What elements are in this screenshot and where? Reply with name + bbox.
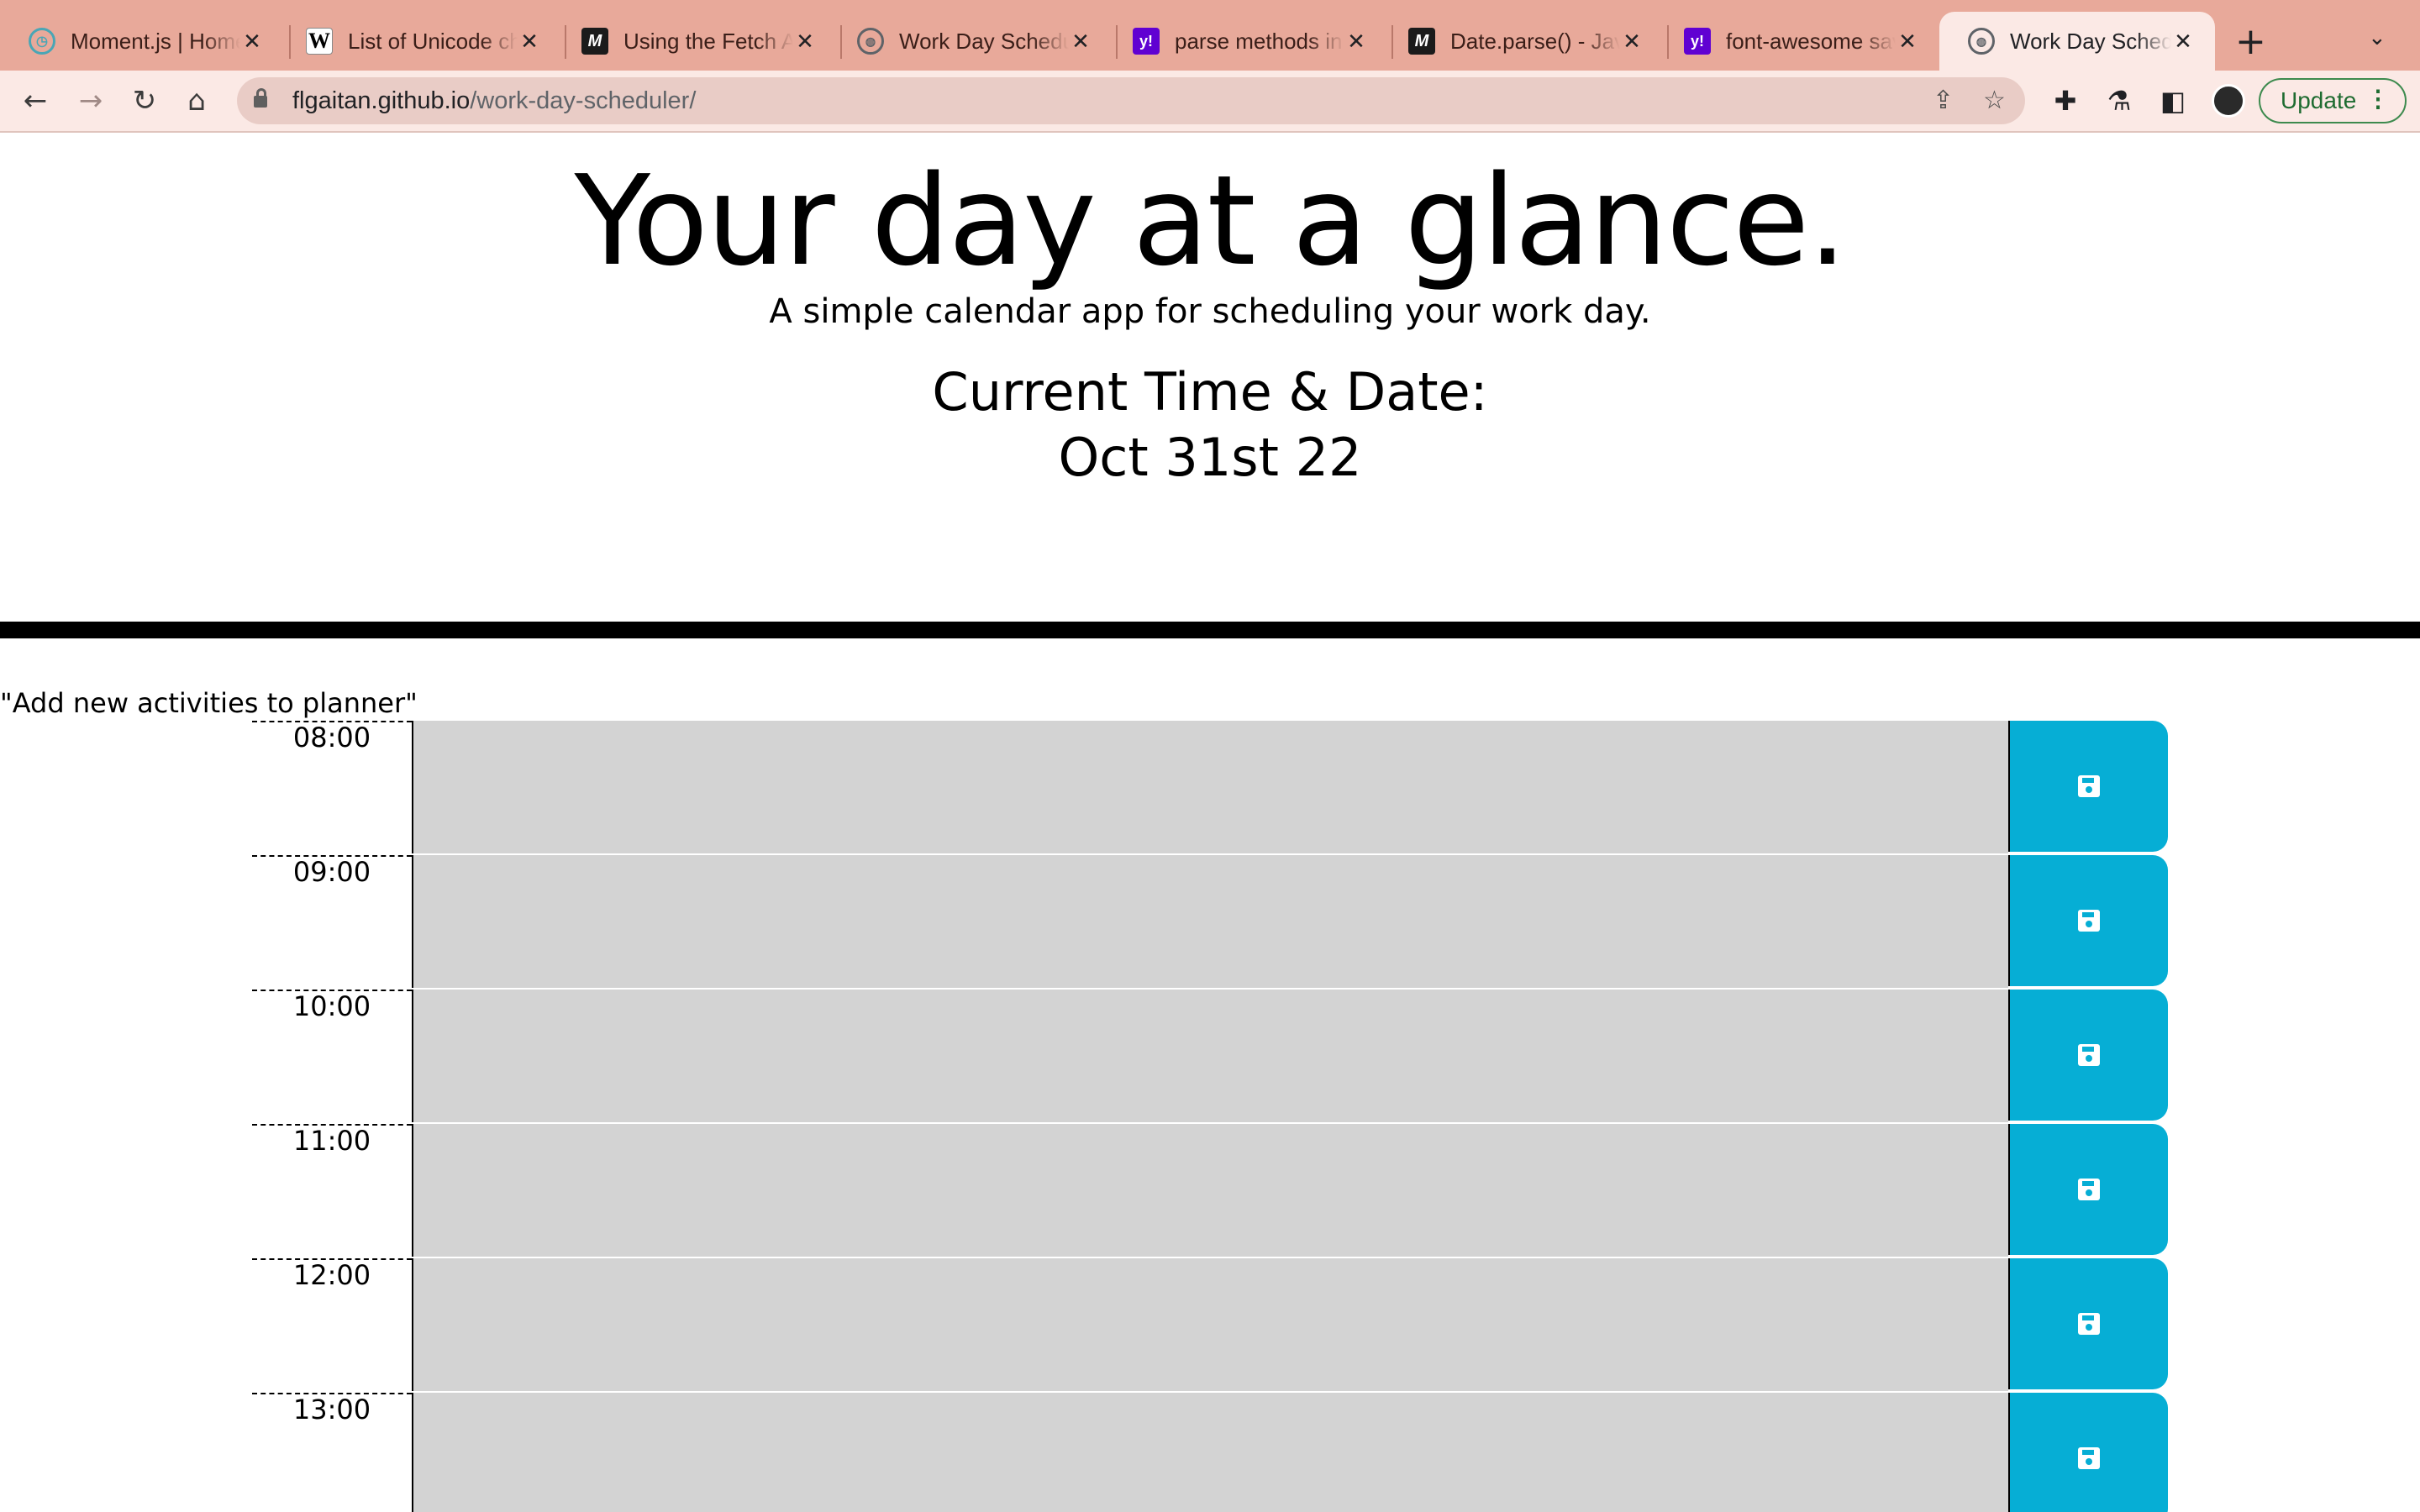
tab-date-parse[interactable]: M Date.parse() - JavaScript ✕ — [1380, 12, 1664, 71]
time-block-row: 12:00 — [0, 1258, 2420, 1393]
url-path: /work-day-scheduler/ — [470, 87, 697, 114]
browser-toolbar: ← → ↻ ⌂ flgaitan.github.io/work-day-sche… — [0, 71, 2420, 133]
event-description-input[interactable] — [412, 1258, 2008, 1391]
page-content: Your day at a glance. A simple calendar … — [0, 133, 2420, 1512]
mdn-icon: M — [581, 28, 608, 55]
lock-icon — [254, 88, 267, 108]
time-block-row: 10:00 — [0, 990, 2420, 1124]
tab-title: Using the Fetch API — [623, 28, 793, 54]
forward-arrow-icon[interactable]: → — [69, 79, 113, 123]
hour-label: 11:00 — [252, 1124, 412, 1257]
floppy-save-icon — [2078, 775, 2100, 797]
tab-title: Moment.js | Home — [71, 28, 240, 54]
current-date: Oct 31st 22 — [1058, 427, 1362, 488]
new-tab-plus-icon[interactable]: + — [2235, 18, 2266, 66]
page-subtitle: A simple calendar app for scheduling you… — [769, 292, 1651, 331]
hour-label: 13:00 — [252, 1393, 412, 1512]
tab-scheduler-active[interactable]: ◍ Work Day Scheduler ✕ — [1939, 12, 2215, 71]
save-button[interactable] — [2008, 990, 2168, 1121]
tab-font-awesome[interactable]: y! font-awesome save ✕ — [1655, 12, 1939, 71]
floppy-save-icon — [2078, 1447, 2100, 1469]
profile-avatar[interactable] — [2210, 82, 2247, 119]
clock-icon: ◷ — [29, 28, 55, 55]
back-arrow-icon[interactable]: ← — [13, 79, 57, 123]
close-icon[interactable]: ✕ — [793, 29, 817, 55]
tab-title: Work Day Scheduler — [2010, 28, 2171, 54]
tab-strip: ◷ Moment.js | Home ✕ W List of Unicode c… — [0, 0, 2420, 71]
hour-label: 12:00 — [252, 1258, 412, 1392]
floppy-save-icon — [2078, 1179, 2100, 1200]
close-icon[interactable]: ✕ — [518, 29, 541, 55]
bookmark-star-icon[interactable]: ☆ — [1983, 86, 2006, 115]
update-label: Update — [2281, 87, 2357, 113]
close-icon[interactable]: ✕ — [1620, 29, 1644, 55]
save-button[interactable] — [2008, 1258, 2168, 1389]
yahoo-icon: y! — [1133, 28, 1160, 55]
more-menu-icon[interactable]: ⋮ — [2366, 85, 2390, 113]
hour-label: 08:00 — [252, 721, 412, 854]
tab-title: Date.parse() - JavaScript — [1450, 28, 1620, 54]
save-button[interactable] — [2008, 721, 2168, 852]
time-block-row: 08:00 — [0, 721, 2420, 855]
globe-icon: ◍ — [1968, 28, 1995, 55]
url-host: flgaitan.github.io — [292, 87, 471, 114]
floppy-save-icon — [2078, 1313, 2100, 1335]
tab-search-chevron-icon[interactable]: ⌄ — [2368, 25, 2386, 50]
event-description-input[interactable] — [412, 855, 2008, 988]
close-icon[interactable]: ✕ — [1069, 29, 1092, 55]
tab-title: Work Day Scheduler — [899, 28, 1069, 54]
floppy-save-icon — [2078, 1044, 2100, 1066]
avatar — [2212, 84, 2245, 118]
event-description-input[interactable] — [412, 1393, 2008, 1512]
url-text[interactable]: flgaitan.github.io/work-day-scheduler/ — [292, 87, 696, 115]
floppy-save-icon — [2078, 910, 2100, 932]
wikipedia-icon: W — [306, 28, 333, 55]
page-title: Your day at a glance. — [574, 149, 1848, 293]
address-bar[interactable]: flgaitan.github.io/work-day-scheduler/ ⇪… — [237, 77, 2025, 124]
current-time-label: Current Time & Date: — [932, 361, 1488, 423]
tab-title: parse methods in — [1175, 28, 1343, 54]
side-panel-icon[interactable]: ◧ — [2154, 82, 2191, 119]
time-block-row: 11:00 — [0, 1124, 2420, 1258]
event-description-input[interactable] — [412, 1124, 2008, 1257]
tab-momentjs[interactable]: ◷ Moment.js | Home ✕ — [0, 12, 284, 71]
labs-flask-icon[interactable]: ⚗ — [2101, 82, 2138, 119]
close-icon[interactable]: ✕ — [1896, 29, 1919, 55]
hour-label: 09:00 — [252, 855, 412, 989]
save-button[interactable] — [2008, 1393, 2168, 1512]
save-button[interactable] — [2008, 1124, 2168, 1255]
event-description-input[interactable] — [412, 721, 2008, 853]
tab-parse-methods[interactable]: y! parse methods in ✕ — [1104, 12, 1388, 71]
close-icon[interactable]: ✕ — [2171, 29, 2195, 55]
reload-icon[interactable]: ↻ — [123, 79, 166, 123]
yahoo-icon: y! — [1684, 28, 1711, 55]
save-button[interactable] — [2008, 855, 2168, 986]
tab-title: font-awesome save — [1726, 28, 1896, 54]
globe-icon: ◍ — [857, 28, 884, 55]
tab-unicode[interactable]: W List of Unicode characters ✕ — [277, 12, 561, 71]
extensions-puzzle-icon[interactable]: ✚ — [2047, 82, 2084, 119]
close-icon[interactable]: ✕ — [1344, 29, 1368, 55]
event-description-input[interactable] — [412, 990, 2008, 1122]
tab-title: List of Unicode characters — [348, 28, 518, 54]
tab-fetch-api[interactable]: M Using the Fetch API ✕ — [553, 12, 837, 71]
tab-scheduler-1[interactable]: ◍ Work Day Scheduler ✕ — [829, 12, 1113, 71]
share-icon[interactable]: ⇪ — [1933, 86, 1954, 115]
header-divider — [0, 622, 2420, 638]
close-icon[interactable]: ✕ — [240, 29, 264, 55]
hour-label: 10:00 — [252, 990, 412, 1123]
time-block-row: 13:00 — [0, 1393, 2420, 1512]
mdn-icon: M — [1408, 28, 1435, 55]
home-icon[interactable]: ⌂ — [175, 79, 218, 123]
time-block-row: 09:00 — [0, 855, 2420, 990]
update-button[interactable]: Update ⋮ — [2259, 78, 2407, 123]
planner-hint: "Add new activities to planner" — [0, 687, 418, 719]
